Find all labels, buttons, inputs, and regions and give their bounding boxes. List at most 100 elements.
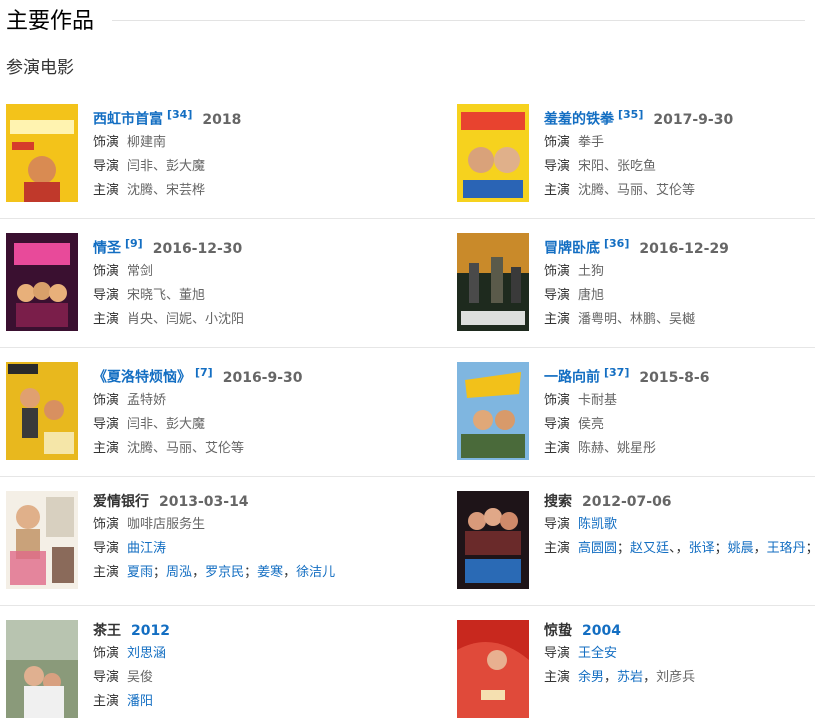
film-poster[interactable] — [457, 104, 529, 202]
role-value: 拳手 — [578, 134, 605, 150]
citation-link[interactable]: [35] — [618, 108, 643, 121]
film-year: 2012-07-06 — [582, 494, 672, 510]
section-title: 主要作品 — [6, 9, 95, 34]
role-value: 孟特娇 — [127, 392, 167, 408]
cast-link[interactable]: 姚晨 — [728, 541, 754, 556]
subsection-title: 参演电影 — [6, 58, 74, 78]
role-link[interactable]: 刘思涵 — [127, 646, 166, 661]
film-row: 西虹市首富 [34] 2018 饰演 柳建南 导演 闫非、彭大魔 主演 沈腾、宋芸桦 — [0, 90, 815, 219]
cast-link[interactable]: 罗京民 — [205, 565, 244, 580]
film-card: 《夏洛特烦恼》 [7] 2016-9-30 饰演 孟特娇 导演 闫非、彭大魔 主演 沈腾、… — [6, 362, 386, 462]
citation-link[interactable]: [37] — [604, 366, 629, 379]
citation-link[interactable]: [34] — [167, 108, 192, 121]
citation-link[interactable]: [36] — [604, 237, 629, 250]
film-poster[interactable] — [457, 362, 529, 460]
film-poster[interactable] — [6, 491, 78, 589]
cast-link[interactable]: 张译 — [689, 541, 715, 556]
role-label: 饰演 — [544, 263, 571, 279]
film-year: 2016-12-29 — [639, 240, 729, 257]
film-title-link[interactable]: 情圣 — [93, 241, 121, 257]
film-title-link[interactable]: 西虹市首富 — [93, 112, 163, 128]
cast-separator: ； — [617, 541, 631, 556]
section-divider — [112, 20, 805, 21]
cast-separator: ， — [192, 565, 206, 580]
cast-value: 沈腾、马丽、艾伦等 — [127, 440, 245, 456]
role-value: 土狗 — [578, 263, 605, 279]
film-year: 2013-03-14 — [159, 494, 249, 510]
director-label: 导演 — [93, 541, 120, 556]
cast-label: 主演 — [93, 565, 120, 580]
cast-label: 主演 — [544, 182, 571, 198]
film-title: 茶王 — [93, 623, 121, 639]
role-label: 饰演 — [544, 134, 571, 150]
film-title-link[interactable]: 冒牌卧底 — [544, 241, 600, 257]
film-poster[interactable] — [457, 233, 529, 331]
citation-link[interactable]: [7] — [195, 366, 213, 379]
director-label: 导演 — [93, 287, 120, 303]
director-label: 导演 — [93, 158, 120, 174]
film-poster[interactable] — [6, 233, 78, 331]
cast-link[interactable]: 徐洁儿 — [296, 565, 335, 580]
cast-value: 刘彦兵 — [656, 670, 696, 685]
film-year: 2018 — [202, 111, 242, 128]
film-row: 爱情银行 2013-03-14 饰演 咖啡店服务生 导演 曲江涛 主演 夏雨；周泓，罗京… — [0, 477, 815, 606]
director-link[interactable]: 王全安 — [578, 646, 617, 661]
film-poster[interactable] — [6, 104, 78, 202]
cast-link[interactable]: 夏雨 — [127, 565, 153, 580]
cast-link[interactable]: 赵又廷 — [630, 541, 669, 556]
cast-separator: ； — [244, 565, 258, 580]
director-label: 导演 — [544, 517, 571, 532]
cast-separator: ； — [806, 541, 815, 556]
director-label: 导演 — [544, 646, 571, 661]
film-row: 茶王 2012 饰演 刘思涵 导演 吴俊 主演 潘阳 惊蛰 2004 导演 王全… — [0, 606, 815, 728]
director-value: 闫非、彭大魔 — [127, 158, 206, 174]
cast-label: 主演 — [544, 311, 571, 327]
role-label: 饰演 — [93, 134, 120, 150]
film-title-link[interactable]: 《夏洛特烦恼》 — [93, 370, 191, 386]
film-poster[interactable] — [457, 491, 529, 589]
film-poster[interactable] — [6, 620, 78, 718]
film-card: 茶王 2012 饰演 刘思涵 导演 吴俊 主演 潘阳 — [6, 620, 386, 720]
director-link[interactable]: 陈凯歌 — [578, 517, 617, 532]
cast-link[interactable]: 余男 — [578, 670, 604, 685]
cast-separator: 、， — [669, 541, 689, 556]
cast-label: 主演 — [544, 440, 571, 456]
cast-label: 主演 — [93, 440, 120, 456]
cast-link[interactable]: 姜寒 — [257, 565, 283, 580]
director-value: 闫非、彭大魔 — [127, 416, 206, 432]
cast-link[interactable]: 周泓 — [166, 565, 192, 580]
cast-separator: ， — [604, 670, 618, 685]
film-year: 2016-9-30 — [222, 369, 303, 386]
film-title-link[interactable]: 羞羞的铁拳 — [544, 112, 614, 128]
role-value: 咖啡店服务生 — [127, 517, 206, 532]
role-label: 饰演 — [93, 263, 120, 279]
cast-link[interactable]: 潘阳 — [127, 694, 153, 709]
film-poster[interactable] — [457, 620, 529, 718]
film-year: 2004 — [582, 623, 621, 639]
cast-label: 主演 — [544, 541, 571, 556]
cast-label: 主演 — [93, 694, 120, 709]
cast-label: 主演 — [93, 182, 120, 198]
cast-value: 肖央、闫妮、小沈阳 — [127, 311, 245, 327]
cast-link[interactable]: 苏岩 — [617, 670, 643, 685]
film-title: 惊蛰 — [544, 623, 572, 639]
director-value: 宋晓飞、董旭 — [127, 287, 206, 303]
film-poster[interactable] — [6, 362, 78, 460]
citation-link[interactable]: [9] — [125, 237, 143, 250]
director-value: 唐旭 — [578, 287, 605, 303]
cast-link[interactable]: 高圆圆 — [578, 541, 617, 556]
film-title-link[interactable]: 一路向前 — [544, 370, 600, 386]
cast-separator: ， — [643, 670, 657, 685]
cast-separator: ， — [753, 541, 767, 556]
director-link[interactable]: 曲江涛 — [127, 541, 166, 556]
role-label: 饰演 — [93, 517, 120, 532]
director-label: 导演 — [544, 416, 571, 432]
film-card: 冒牌卧底 [36] 2016-12-29 饰演 土狗 导演 唐旭 主演 潘粤明、林鹏、吴樾 — [457, 233, 815, 333]
cast-value: 陈赫、姚星彤 — [578, 440, 657, 456]
film-row: 《夏洛特烦恼》 [7] 2016-9-30 饰演 孟特娇 导演 闫非、彭大魔 主演 沈腾、… — [0, 348, 815, 477]
film-card: 羞羞的铁拳 [35] 2017-9-30 饰演 拳手 导演 宋阳、张吃鱼 主演 沈腾、马丽… — [457, 104, 815, 204]
cast-link[interactable]: 王珞丹 — [767, 541, 806, 556]
film-title: 爱情银行 — [93, 494, 149, 510]
role-label: 饰演 — [93, 646, 120, 661]
film-card: 爱情银行 2013-03-14 饰演 咖啡店服务生 导演 曲江涛 主演 夏雨 ； 周泓，罗京… — [6, 491, 386, 591]
